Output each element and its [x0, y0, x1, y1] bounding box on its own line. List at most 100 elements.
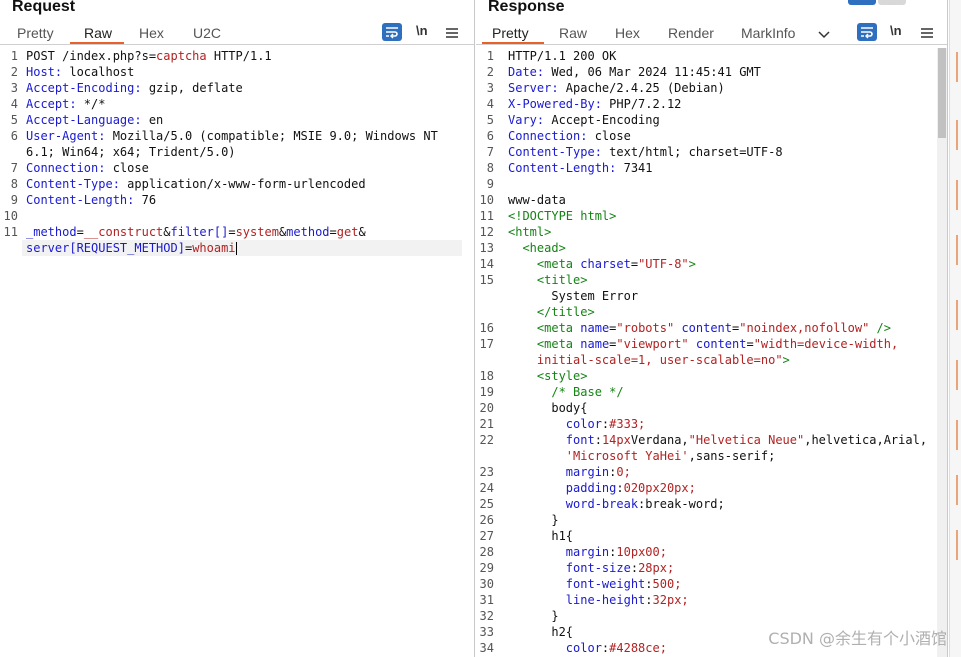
code-token: :: [645, 593, 653, 607]
code-token: HTTP/1.1 200 OK: [508, 49, 617, 63]
code-line: <html>: [508, 224, 551, 240]
line-number: 27: [479, 529, 494, 543]
chevron-down-icon[interactable]: [818, 27, 830, 45]
response-pane: Response Pretty Raw Hex Render MarkInfo …: [476, 0, 948, 657]
line-number: 2: [486, 65, 494, 79]
code-line: System Error: [508, 288, 638, 304]
code-token: __construct: [83, 225, 164, 239]
code-token: #4288ce;: [609, 641, 667, 655]
line-number: 22: [479, 433, 494, 447]
line-number: 1: [10, 49, 18, 63]
menu-icon[interactable]: [446, 26, 458, 44]
tab-pretty[interactable]: Pretty: [492, 25, 529, 41]
menu-icon[interactable]: [921, 26, 933, 44]
code-token: 500;: [652, 577, 682, 591]
code-token: server: [26, 241, 70, 255]
tab-raw[interactable]: Raw: [559, 25, 587, 41]
line-number: 4: [486, 97, 494, 111]
newline-toggle-button[interactable]: \n: [890, 23, 902, 38]
code-token: 020px20px;: [623, 481, 696, 495]
active-tab-indicator: [70, 42, 124, 44]
code-token: =: [76, 225, 84, 239]
code-line: initial-scale=1, user-scalable=no">: [508, 352, 790, 368]
tab-markinfo[interactable]: MarkInfo: [741, 25, 795, 41]
tab-render[interactable]: Render: [668, 25, 714, 41]
code-token: <meta: [536, 337, 581, 351]
code-token: line-height: [565, 593, 646, 607]
line-number: 31: [479, 593, 494, 607]
wrap-toggle-button[interactable]: [857, 23, 877, 41]
code-token: Accept-Encoding:: [26, 81, 142, 95]
code-line: Connection: close: [508, 128, 631, 144]
code-token: filter: [170, 225, 214, 239]
code-token: []: [213, 225, 229, 239]
code-token: <!DOCTYPE html>: [508, 209, 617, 223]
tab-u2c[interactable]: U2C: [193, 25, 221, 41]
tab-hex[interactable]: Hex: [615, 25, 640, 41]
response-title: Response: [488, 0, 565, 15]
code-line: body{: [508, 400, 587, 416]
code-line: Date: Wed, 06 Mar 2024 11:45:41 GMT: [508, 64, 761, 80]
line-number: 8: [10, 177, 18, 191]
code-token: Accept-Language:: [26, 113, 142, 127]
line-number: 32: [479, 609, 494, 623]
code-token: */*: [76, 97, 106, 111]
code-line: h2{: [508, 624, 573, 640]
code-line: User-Agent: Mozilla/5.0 (compatible; MSI…: [26, 128, 438, 144]
tab-pretty[interactable]: Pretty: [17, 25, 54, 41]
newline-toggle-button[interactable]: \n: [416, 23, 428, 38]
line-number: 1: [486, 49, 494, 63]
line-number: 21: [479, 417, 494, 431]
request-title: Request: [12, 0, 76, 15]
code-line: Server: Apache/2.4.25 (Debian): [508, 80, 725, 96]
code-line: Content-Length: 7341: [508, 160, 653, 176]
code-token: />: [869, 321, 891, 335]
code-line: Accept-Encoding: gzip, deflate: [26, 80, 243, 96]
code-line: font-weight:500;: [508, 576, 682, 592]
code-line: Accept: */*: [26, 96, 105, 112]
code-token: Content-Length:: [508, 161, 617, 175]
response-scrollbar[interactable]: [937, 48, 947, 657]
scrollbar-thumb[interactable]: [938, 48, 946, 138]
code-token: 0;: [616, 465, 631, 479]
code-line: margin:0;: [508, 464, 631, 480]
code-token: margin: [565, 545, 610, 559]
code-token: >: [782, 353, 790, 367]
code-token: #333;: [609, 417, 646, 431]
code-token: margin: [565, 465, 610, 479]
code-token: system: [235, 225, 279, 239]
line-number: 11: [3, 225, 18, 239]
code-line: www-data: [508, 192, 566, 208]
response-tab-bar: Pretty Raw Hex Render MarkInfo \n: [476, 22, 947, 45]
response-viewer[interactable]: 1 HTTP/1.1 200 OK 2 Date: Wed, 06 Mar 2024 …: [476, 48, 947, 657]
code-token: content: [695, 337, 747, 351]
code-line: 6.1; Win64; x64; Trident/5.0): [26, 144, 236, 160]
code-token: font: [565, 433, 595, 447]
request-editor[interactable]: 1 POST /index.php?s=captcha HTTP/1.1 2 Host…: [0, 48, 474, 657]
line-number: 10: [3, 209, 18, 223]
line-number: 26: [479, 513, 494, 527]
code-token: Mozilla/5.0 (compatible; MSIE 9.0; Windo…: [105, 129, 438, 143]
code-line: /* Base */: [508, 384, 623, 400]
wrap-toggle-button[interactable]: [382, 23, 402, 41]
tab-hex[interactable]: Hex: [139, 25, 164, 41]
line-number: 16: [479, 321, 494, 335]
code-token: :: [630, 561, 639, 575]
code-line: 'Microsoft YaHei',sans-serif;: [508, 448, 776, 464]
line-number: 24: [479, 481, 494, 495]
line-number: 13: [479, 241, 494, 255]
active-tab-indicator: [482, 42, 544, 44]
code-line: Vary: Accept-Encoding: [508, 112, 660, 128]
code-token: &: [163, 225, 171, 239]
tab-raw[interactable]: Raw: [84, 25, 112, 41]
code-token: }: [508, 513, 559, 527]
layout-buttons[interactable]: [848, 0, 908, 6]
line-number: 23: [479, 465, 494, 479]
code-token: h1{: [508, 529, 574, 543]
code-line: Content-Type: text/html; charset=UTF-8: [508, 144, 783, 160]
code-token: HTTP/1.1: [206, 49, 272, 63]
